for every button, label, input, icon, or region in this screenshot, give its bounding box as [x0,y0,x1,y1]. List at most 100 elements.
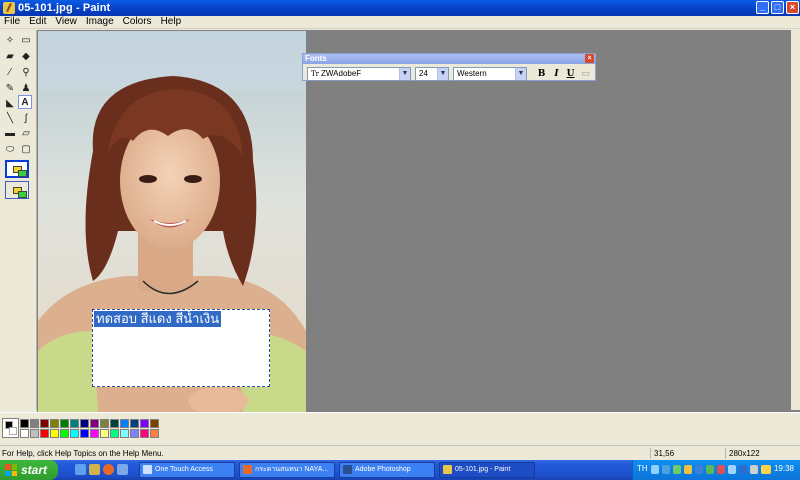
color-swatch[interactable] [60,419,69,428]
current-colors[interactable] [2,418,19,438]
task-one-touch-access[interactable]: One Touch Access [139,462,235,478]
tray-icon-2[interactable] [662,465,670,474]
task-paint[interactable]: 05-101.jpg - Paint [439,462,535,478]
color-swatch[interactable] [120,419,129,428]
magnifier-icon[interactable]: ⚲ [19,65,33,79]
selected-typed-text[interactable]: ทดสอบ สีแดง สีน้ำเงิน [94,311,222,327]
volume-icon[interactable] [750,465,758,474]
vertical-scrollbar[interactable] [791,30,800,410]
pencil-icon[interactable]: ✎ [3,81,17,95]
opaque-background-option[interactable] [5,160,29,178]
airbrush-icon[interactable]: ◣ [3,96,17,110]
start-button[interactable]: start [0,460,58,480]
color-swatch[interactable] [140,429,149,438]
color-swatch[interactable] [130,419,139,428]
minimize-button[interactable]: _ [756,1,769,14]
color-swatch[interactable] [90,429,99,438]
fonts-toolbar-close-button[interactable]: × [585,54,594,63]
vc-icon[interactable] [761,465,771,474]
color-swatch[interactable] [120,429,129,438]
show-desktop-icon[interactable] [75,464,86,475]
italic-button[interactable]: I [551,68,562,80]
color-picker-icon[interactable]: ⁄ [3,65,17,79]
font-size-dropdown-icon[interactable]: ▼ [437,68,448,80]
tray-icon-3[interactable] [673,465,681,474]
font-name-combo[interactable]: Tr ZWAdobeF ▼ [307,67,411,81]
quicklaunch-extra-icon[interactable] [117,464,128,475]
task-naya-forum[interactable]: กระดานสนทนา NAYA... [239,462,335,478]
maximize-button[interactable]: □ [771,1,784,14]
color-swatch[interactable] [80,429,89,438]
background-color[interactable] [9,427,17,435]
menu-image[interactable]: Image [82,16,119,28]
color-swatch[interactable] [110,419,119,428]
free-select-icon[interactable]: ✧ [3,33,17,47]
tray-icon-5[interactable] [695,465,703,474]
color-swatch[interactable] [90,419,99,428]
menu-colors[interactable]: Colors [119,16,157,28]
color-swatch[interactable] [130,429,139,438]
text-entry-box[interactable]: ทดสอบ สีแดง สีน้ำเงิน [92,309,270,387]
transparent-option-icon [12,186,27,198]
paint-app-icon[interactable] [3,2,15,14]
color-swatch[interactable] [20,429,29,438]
windows-flag-icon [5,464,17,476]
ellipse-icon[interactable]: ⬭ [3,142,17,156]
color-swatch[interactable] [150,429,159,438]
color-swatch[interactable] [100,429,109,438]
script-dropdown-icon[interactable]: ▼ [515,68,526,80]
menu-file[interactable]: File [0,16,25,28]
task-adobe-photoshop[interactable]: Adobe Photoshop [339,462,435,478]
line-icon[interactable]: ╲ [3,111,17,125]
fonts-toolbar-title: Fonts [305,54,327,63]
rectangle-icon[interactable]: ▬ [3,126,17,140]
color-swatch[interactable] [100,419,109,428]
menu-edit[interactable]: Edit [25,16,51,28]
font-size-combo[interactable]: 24 ▼ [415,67,449,81]
close-button[interactable]: × [786,1,799,14]
tray-icon-1[interactable] [651,465,659,474]
firefox-icon[interactable] [103,464,114,475]
color-swatch[interactable] [40,419,49,428]
curve-icon[interactable]: ∫ [19,111,33,125]
quicklaunch-app-icon[interactable] [89,464,100,475]
brush-icon[interactable]: ♟ [19,81,33,95]
font-name-dropdown-icon[interactable]: ▼ [399,68,410,80]
transparent-background-option[interactable] [5,181,29,199]
vertical-text-icon[interactable]: ▭ [580,68,591,80]
color-swatch[interactable] [140,419,149,428]
color-swatch[interactable] [50,429,59,438]
color-swatch[interactable] [70,419,79,428]
color-swatch[interactable] [80,419,89,428]
bold-button[interactable]: B [536,68,547,80]
rect-select-icon[interactable]: ▭ [19,33,33,47]
tray-icon-6[interactable] [706,465,714,474]
fill-bucket-icon[interactable]: ◆ [19,49,33,63]
text-tool-icon[interactable]: A [18,95,32,109]
tray-icon-4[interactable] [684,465,692,474]
status-selection-size: 280x122 [729,449,760,458]
color-swatch[interactable] [60,429,69,438]
menu-help[interactable]: Help [157,16,187,28]
color-swatch[interactable] [50,419,59,428]
color-swatch[interactable] [150,419,159,428]
menu-view[interactable]: View [51,16,82,28]
tray-icon-7[interactable] [717,465,725,474]
language-indicator[interactable]: TH [637,464,648,473]
rounded-rect-icon[interactable]: ▢ [19,142,33,156]
window-controls: _ □ × [756,1,799,14]
color-swatch[interactable] [30,419,39,428]
eraser-icon[interactable]: ▰ [3,49,17,63]
polygon-icon[interactable]: ▱ [19,126,33,140]
color-swatch[interactable] [30,429,39,438]
tray-icon-9[interactable] [739,465,747,474]
fonts-toolbar-titlebar[interactable]: Fonts × [303,54,595,64]
color-swatch[interactable] [40,429,49,438]
underline-button[interactable]: U [565,68,576,80]
script-combo[interactable]: Western ▼ [453,67,527,81]
color-swatch[interactable] [20,419,29,428]
color-swatch[interactable] [70,429,79,438]
color-swatch[interactable] [110,429,119,438]
tray-icon-8[interactable] [728,465,736,474]
title-bar: 05-101.jpg - Paint _ □ × [0,0,800,16]
